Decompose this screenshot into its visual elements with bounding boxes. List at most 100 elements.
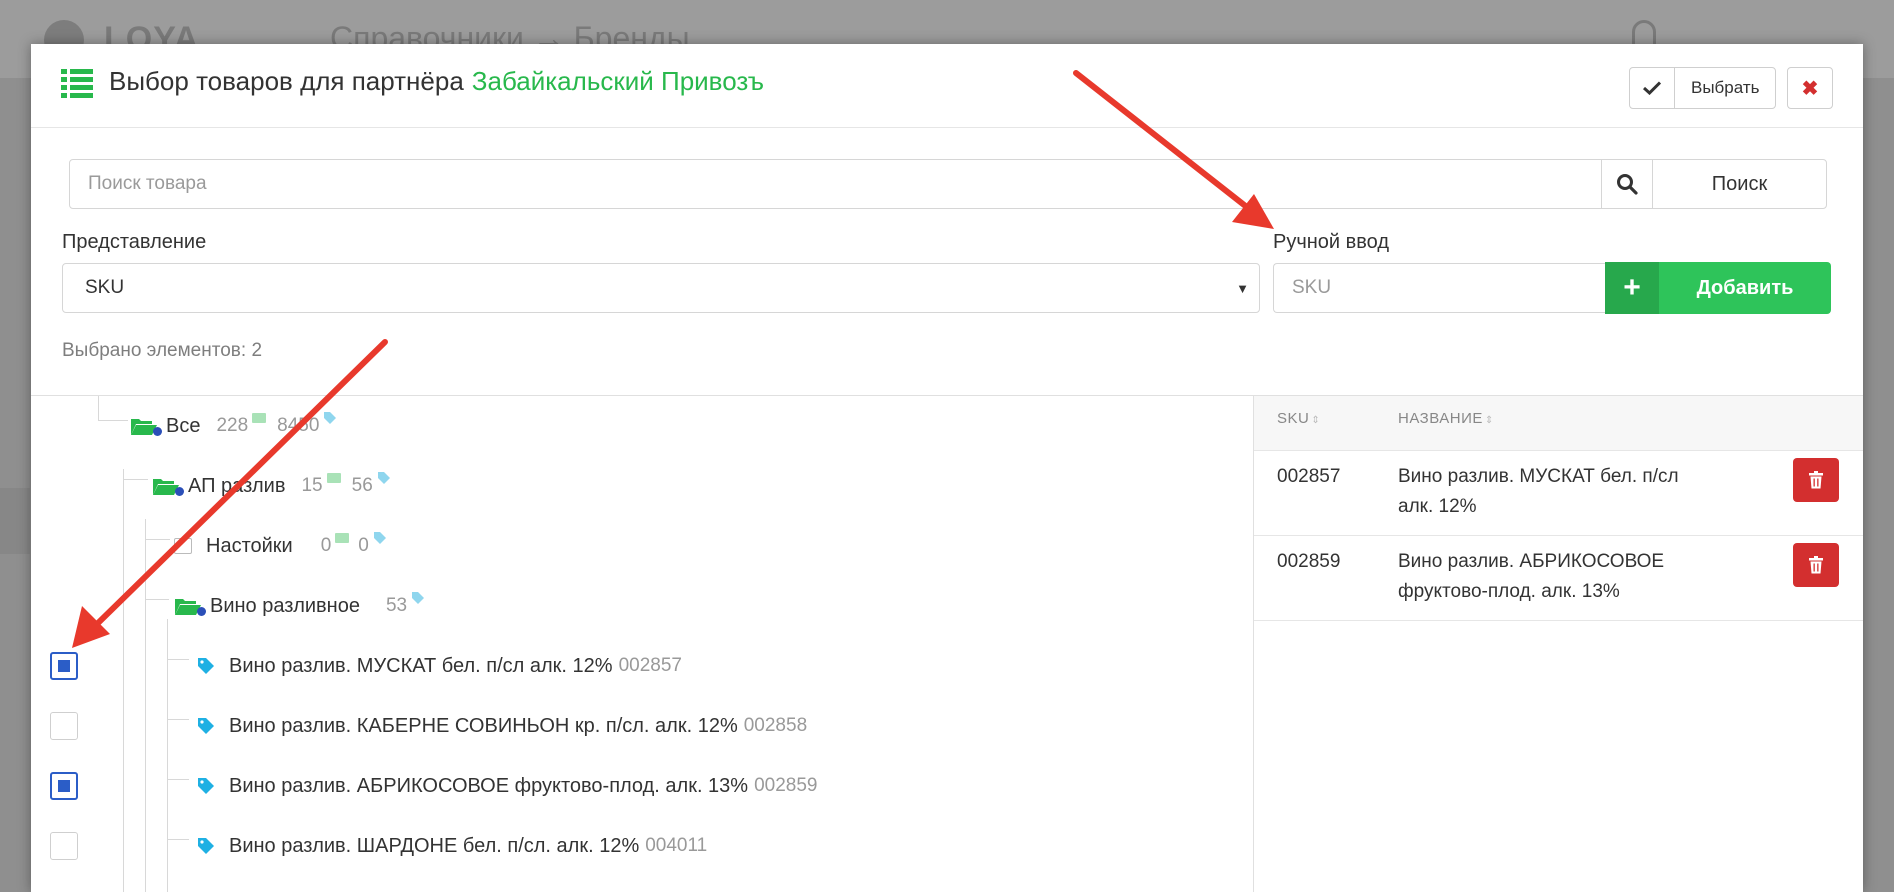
row-divider — [1254, 535, 1863, 536]
product-item[interactable]: Вино разлив. ШАРДОНЕ бел. п/сл. алк. 12%… — [197, 831, 707, 861]
item-count: 0 — [358, 535, 369, 556]
select-button[interactable]: Выбрать — [1675, 68, 1775, 108]
view-select-value: SKU — [85, 277, 125, 298]
panel-divider — [1253, 395, 1254, 892]
search-input[interactable] — [69, 159, 1609, 209]
select-button-group: Выбрать — [1629, 67, 1777, 109]
close-button[interactable]: ✖ — [1787, 67, 1833, 109]
column-header-label: SKU — [1277, 410, 1310, 427]
tree-node-label: АП разлив — [188, 474, 286, 497]
product-name: Вино разлив. ШАРДОНЕ бел. п/сл. алк. 12% — [229, 834, 640, 857]
modal-title: Выбор товаров для партнёра Забайкальский … — [109, 66, 764, 97]
folder-open-icon — [152, 476, 184, 496]
tree-node-tinctures[interactable]: Настойки 0 0 — [174, 531, 387, 561]
item-count: 53 — [385, 595, 408, 616]
delete-row-button[interactable] — [1793, 543, 1839, 587]
product-item[interactable]: Вино разлив. КАБЕРНЕ СОВИНЬОН кр. п/сл. … — [197, 711, 807, 741]
add-button[interactable]: + Добавить — [1605, 262, 1831, 314]
delete-row-button[interactable] — [1793, 458, 1839, 502]
tree-line — [98, 420, 128, 421]
background-strip — [0, 488, 30, 554]
search-icon — [1617, 174, 1638, 195]
table-header — [1254, 396, 1863, 451]
product-checkbox[interactable] — [50, 652, 78, 680]
tree-node-wine[interactable]: Вино разливное 53 — [174, 591, 425, 621]
product-name: Вино разлив. МУСКАТ бел. п/сл алк. 12% — [229, 654, 613, 677]
search-button[interactable]: Поиск — [1652, 159, 1827, 209]
product-checkbox[interactable] — [50, 712, 78, 740]
tree-node-label: Настойки — [206, 534, 293, 557]
table-cell-name-line: фруктово-плод. алк. 13% — [1398, 581, 1620, 602]
tree-line — [167, 779, 189, 780]
sort-icon: ⇕ — [1311, 415, 1321, 426]
manual-input-label: Ручной ввод — [1273, 231, 1390, 253]
selected-count: Выбрано элементов: 2 — [62, 340, 263, 361]
tree-line — [123, 479, 148, 480]
partner-name: Забайкальский Привозъ — [471, 66, 764, 96]
product-name: Вино разлив. АБРИКОСОВОЕ фруктово-плод. … — [229, 774, 749, 797]
modal-header: Выбор товаров для партнёра Забайкальский … — [31, 44, 1863, 128]
confirm-check-button[interactable] — [1630, 68, 1675, 108]
tree-line — [145, 519, 146, 892]
folder-icon — [335, 533, 350, 543]
tag-icon — [198, 838, 214, 854]
table-cell-name: Вино разлив. МУСКАТ бел. п/сл алк. 12% — [1398, 462, 1679, 522]
folder-count: 0 — [320, 535, 332, 556]
product-selection-modal: Выбор товаров для партнёра Забайкальский … — [31, 44, 1863, 892]
tree-line — [145, 539, 170, 540]
table-cell-sku: 002857 — [1277, 466, 1341, 487]
tree-line — [167, 659, 189, 660]
tree-node-label: Вино разливное — [210, 594, 360, 617]
tree-line — [167, 719, 189, 720]
view-select[interactable]: SKU ▼ — [62, 263, 1260, 313]
tag-icon — [377, 472, 390, 484]
tree-line — [145, 599, 169, 600]
tag-icon — [412, 592, 425, 604]
product-item[interactable]: Вино разлив. МУСКАТ бел. п/сл алк. 12% 0… — [197, 651, 682, 681]
tag-icon — [373, 532, 386, 544]
item-count: 8450 — [277, 415, 320, 436]
table-cell-sku: 002859 — [1277, 551, 1341, 572]
caret-down-icon: ▼ — [1236, 281, 1249, 296]
tree-line — [123, 469, 124, 892]
tag-icon — [198, 718, 214, 734]
plus-icon: + — [1605, 262, 1659, 314]
check-icon — [1643, 81, 1661, 95]
folder-count: 228 — [216, 415, 249, 436]
tree-line — [167, 839, 189, 840]
table-cell-name-line: Вино разлив. МУСКАТ бел. п/сл — [1398, 466, 1679, 487]
product-checkbox[interactable] — [50, 832, 78, 860]
list-icon — [61, 69, 93, 98]
column-header-label: НАЗВАНИЕ — [1398, 410, 1483, 427]
trash-icon — [1809, 556, 1823, 574]
folder-icon — [252, 413, 267, 423]
product-item[interactable]: Вино разлив. АБРИКОСОВОЕ фруктово-плод. … — [197, 771, 818, 801]
product-name: Вино разлив. КАБЕРНЕ СОВИНЬОН кр. п/сл. … — [229, 714, 738, 737]
product-sku: 002857 — [618, 655, 682, 676]
product-sku: 002858 — [743, 715, 808, 736]
folder-open-icon — [130, 416, 162, 436]
tree-line — [98, 396, 99, 420]
close-icon: ✖ — [1801, 77, 1819, 100]
table-cell-name: Вино разлив. АБРИКОСОВОЕ фруктово-плод. … — [1398, 547, 1664, 607]
tag-icon — [198, 778, 214, 794]
modal-title-text: Выбор товаров для партнёра — [109, 66, 464, 96]
item-count: 56 — [351, 475, 373, 496]
tag-icon — [198, 658, 214, 674]
search-icon-button[interactable] — [1601, 159, 1653, 209]
tree-node-ap-razliv[interactable]: АП разлив 15 56 — [152, 471, 391, 501]
table-cell-name-line: алк. 12% — [1398, 496, 1477, 517]
product-checkbox[interactable] — [50, 772, 78, 800]
tree-node-all[interactable]: Все 228 8450 — [130, 411, 337, 441]
view-label: Представление — [62, 231, 207, 253]
tree-node-label: Все — [166, 414, 201, 437]
manual-sku-input[interactable] — [1273, 263, 1605, 313]
column-header-sku[interactable]: SKU ⇕ — [1277, 410, 1320, 427]
column-header-name[interactable]: НАЗВАНИЕ ⇕ — [1398, 410, 1494, 427]
folder-count: 15 — [301, 475, 323, 496]
table-cell-name-line: Вино разлив. АБРИКОСОВОЕ — [1398, 551, 1665, 572]
trash-icon — [1809, 471, 1823, 489]
sort-icon: ⇕ — [1484, 415, 1494, 426]
product-sku: 004011 — [645, 835, 708, 856]
tag-icon — [324, 412, 337, 424]
